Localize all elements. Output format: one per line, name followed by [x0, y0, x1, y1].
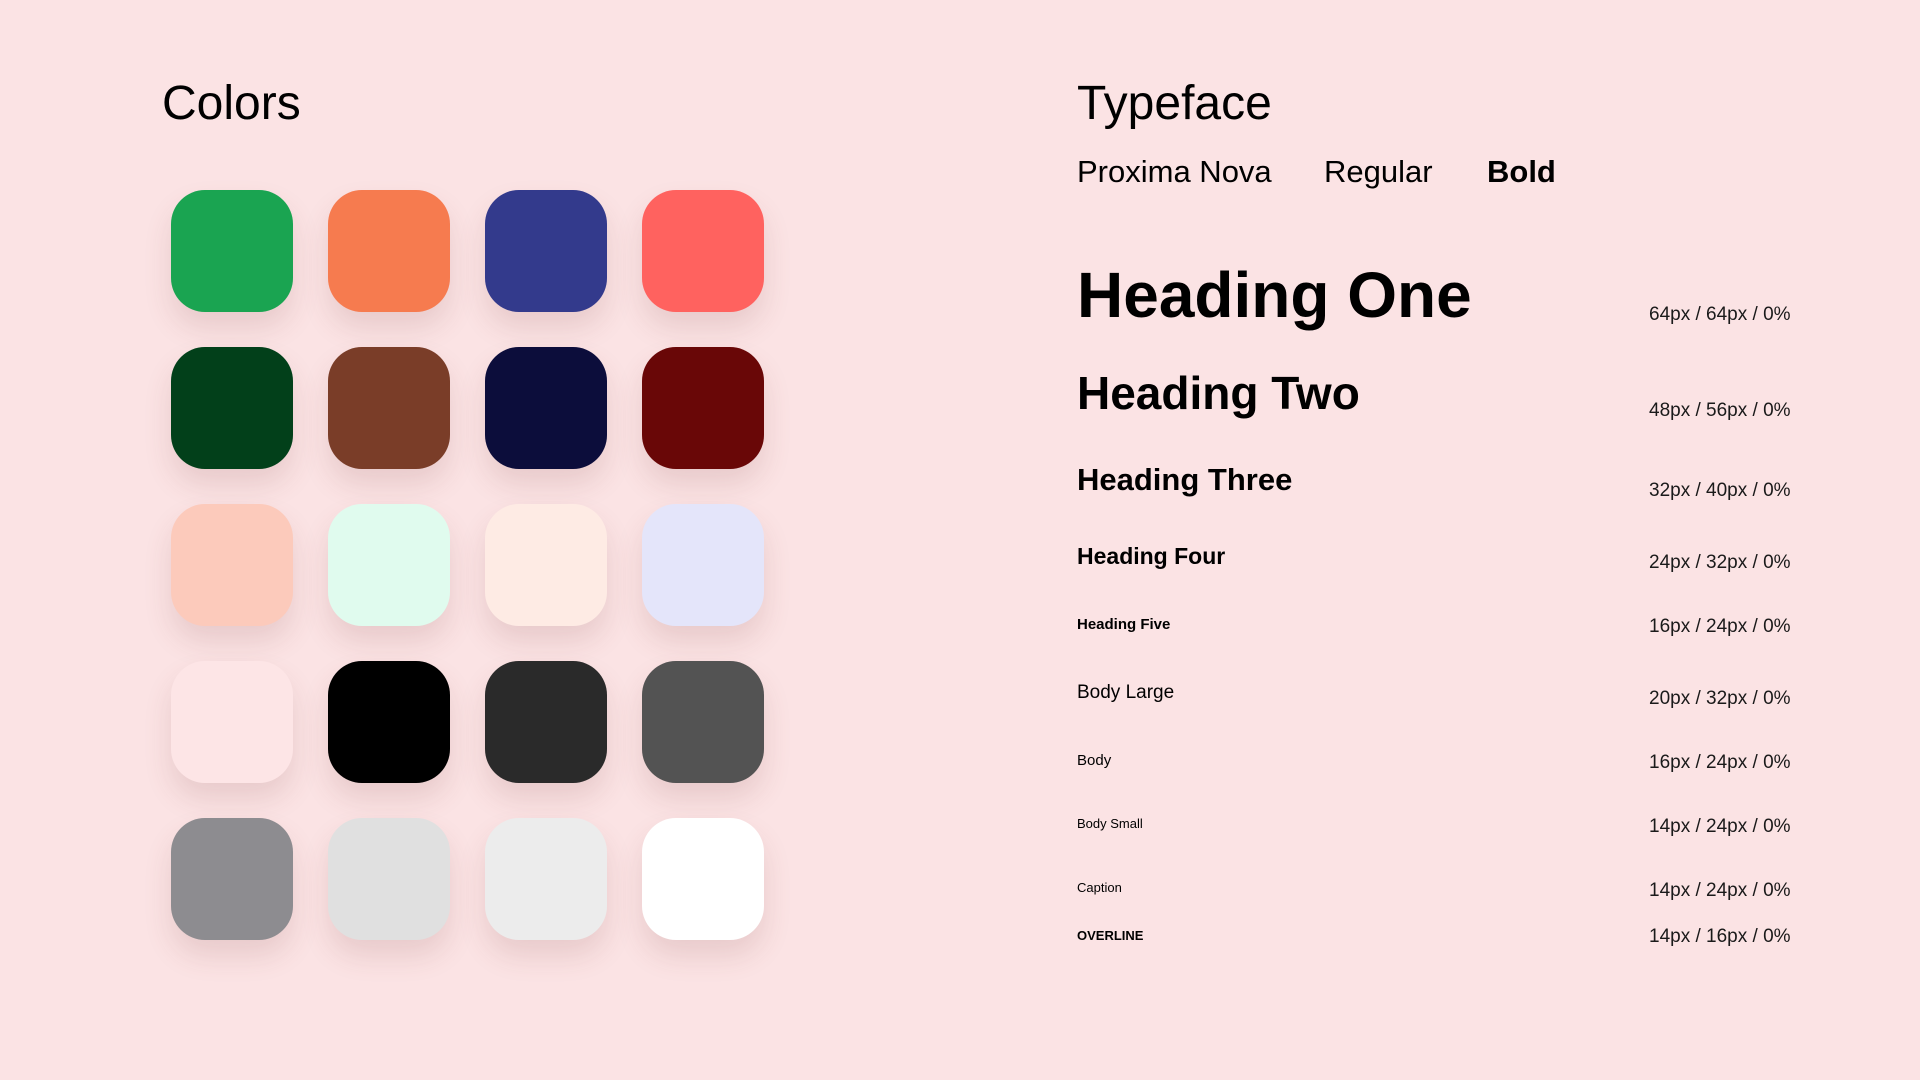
type-spec-body-large: 20px / 32px / 0%: [1649, 688, 1791, 709]
weight-bold-label: Bold: [1487, 154, 1556, 189]
typeface-heading: Typeface: [1077, 77, 1272, 130]
type-spec-overline: 14px / 16px / 0%: [1649, 926, 1791, 947]
type-sample-caption: Caption: [1077, 880, 1122, 895]
type-spec-body: 16px / 24px / 0%: [1649, 752, 1791, 773]
type-spec-heading-two: 48px / 56px / 0%: [1649, 400, 1791, 421]
weight-regular-label: Regular: [1324, 154, 1433, 189]
color-swatch: [642, 347, 764, 469]
color-swatch: [642, 661, 764, 783]
color-swatch: [642, 504, 764, 626]
color-swatch: [171, 504, 293, 626]
type-sample-heading-four: Heading Four: [1077, 543, 1226, 569]
type-sample-heading-two: Heading Two: [1077, 367, 1360, 419]
color-swatch: [171, 818, 293, 940]
color-swatch: [328, 504, 450, 626]
type-sample-heading-five: Heading Five: [1077, 616, 1171, 633]
type-sample-heading-three: Heading Three: [1077, 462, 1293, 497]
type-spec-heading-three: 32px / 40px / 0%: [1649, 480, 1791, 501]
color-swatch: [485, 818, 607, 940]
type-sample-body-small: Body Small: [1077, 816, 1143, 831]
type-spec-heading-four: 24px / 32px / 0%: [1649, 552, 1791, 573]
color-swatch: [328, 818, 450, 940]
color-swatch-grid: [171, 190, 764, 940]
type-sample-overline: OVERLINE: [1077, 928, 1144, 943]
color-swatch: [171, 347, 293, 469]
font-weights-row: Proxima Nova Regular Bold: [1077, 156, 1556, 187]
color-swatch: [328, 347, 450, 469]
type-spec-heading-one: 64px / 64px / 0%: [1649, 304, 1791, 325]
color-swatch: [485, 190, 607, 312]
type-spec-caption: 14px / 24px / 0%: [1649, 880, 1791, 901]
font-family-name: Proxima Nova: [1077, 154, 1272, 189]
colors-heading: Colors: [162, 77, 301, 130]
color-swatch: [485, 504, 607, 626]
color-swatch: [171, 190, 293, 312]
color-swatch: [171, 661, 293, 783]
type-sample-body: Body: [1077, 752, 1112, 769]
color-swatch: [328, 661, 450, 783]
color-swatch: [642, 818, 764, 940]
type-sample-heading-one: Heading One: [1077, 259, 1472, 331]
type-spec-body-small: 14px / 24px / 0%: [1649, 816, 1791, 837]
type-sample-body-large: Body Large: [1077, 682, 1175, 703]
color-swatch: [642, 190, 764, 312]
color-swatch: [485, 347, 607, 469]
type-spec-heading-five: 16px / 24px / 0%: [1649, 616, 1791, 637]
color-swatch: [328, 190, 450, 312]
color-swatch: [485, 661, 607, 783]
